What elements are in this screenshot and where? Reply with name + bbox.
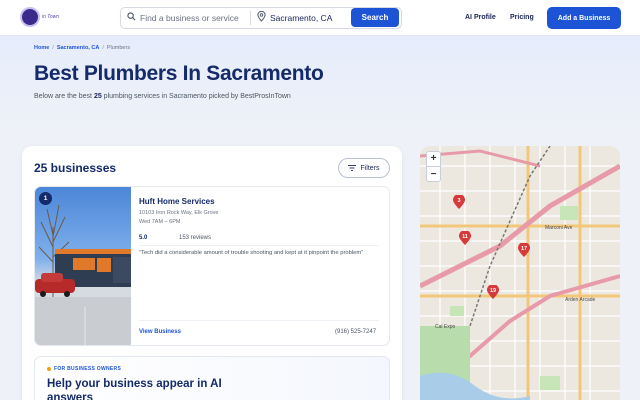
site-logo[interactable] <box>20 7 40 27</box>
rating-divider <box>139 245 379 246</box>
logo-text: in Town <box>42 14 60 20</box>
breadcrumb-home[interactable]: Home <box>34 45 49 51</box>
map-marker-label: 3 <box>457 198 461 204</box>
search-button[interactable]: Search <box>351 8 399 27</box>
search-icon <box>127 12 136 21</box>
results-count: 25 businesses <box>34 161 117 175</box>
breadcrumb-sep: / <box>52 45 54 51</box>
business-address: 10103 Iron Rock Way, Elk Grove <box>139 210 219 216</box>
business-reviews: 153 reviews <box>179 235 212 241</box>
breadcrumb-city[interactable]: Sacramento, CA <box>57 45 100 51</box>
park-area <box>540 376 560 390</box>
hero-section <box>0 36 640 136</box>
subtitle-text: plumbing services in Sacramento picked b… <box>101 93 291 100</box>
search-divider <box>250 11 251 25</box>
breadcrumb-current: Plumbers <box>106 45 131 51</box>
search-input[interactable] <box>140 9 246 27</box>
view-business-link[interactable]: View Business <box>139 329 181 335</box>
business-hours: Wed 7AM – 6PM <box>139 219 181 225</box>
map-view[interactable] <box>420 146 620 400</box>
card-footer-divider <box>139 320 379 321</box>
filter-icon <box>348 165 357 171</box>
business-photo <box>35 187 131 345</box>
business-rating: 5.0 <box>139 235 148 241</box>
map-place-label: Arden Arcade <box>565 297 596 303</box>
park-area <box>560 206 578 220</box>
owners-title: Help your business appear in AI answers <box>47 378 222 400</box>
subtitle-count: 25 <box>93 93 102 100</box>
location-pin-icon <box>257 11 266 22</box>
breadcrumb-sep: / <box>102 45 104 51</box>
map-marker-label: 17 <box>520 246 528 252</box>
map-marker-label: 19 <box>489 288 497 294</box>
storefront-image <box>35 204 131 345</box>
rank-badge: 1 <box>39 192 52 205</box>
filters-button[interactable]: Filters <box>338 158 390 178</box>
zoom-in-button[interactable]: + <box>426 151 441 166</box>
business-phone[interactable]: (916) 525-7247 <box>335 329 376 335</box>
location-input[interactable] <box>270 9 348 27</box>
breadcrumb: Home / Sacramento, CA / Plumbers <box>34 45 130 51</box>
owners-tag: FOR BUSINESS OWNERS <box>54 366 122 372</box>
subtitle-text: Below are the best <box>34 93 94 100</box>
map-canvas <box>420 146 620 400</box>
zoom-out-button[interactable]: − <box>426 166 441 181</box>
map-marker-label: 11 <box>462 234 468 240</box>
page-subtitle: Below are the best 25 plumbing services … <box>34 93 291 100</box>
map-place-label: Cal Expo <box>435 324 456 330</box>
map-place-label: Marconi Ave <box>545 225 573 231</box>
park-area <box>450 306 464 316</box>
add-business-button[interactable]: Add a Business <box>547 7 621 29</box>
nav-pricing[interactable]: Pricing <box>510 14 534 21</box>
filters-label: Filters <box>360 164 380 172</box>
page-title: Best Plumbers In Sacramento <box>34 62 324 85</box>
nav-ai-profile[interactable]: AI Profile <box>465 14 496 21</box>
business-quote: "Tech did a considerable amount of troub… <box>139 250 364 256</box>
business-name[interactable]: Huft Home Services <box>139 197 215 206</box>
owners-dot-icon <box>47 367 51 371</box>
